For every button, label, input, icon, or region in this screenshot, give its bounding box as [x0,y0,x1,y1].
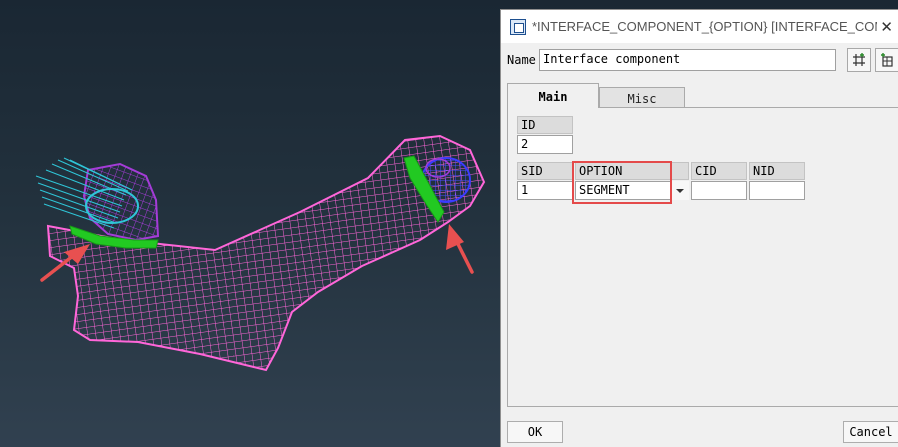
sid-label: SID [517,162,573,180]
window-title: *INTERFACE_COMPONENT_{OPTION} [INTERFACE… [532,19,877,34]
id-label: ID [517,116,573,134]
title-bar[interactable]: *INTERFACE_COMPONENT_{OPTION} [INTERFACE… [501,10,898,43]
element-pick-icon [881,53,893,67]
pick-element-button[interactable] [875,48,898,72]
node-plus-icon [853,53,865,66]
mesh-left-cap [82,162,160,242]
name-label: Name [507,53,536,67]
sid-field[interactable]: 1 [517,181,573,200]
ok-button[interactable]: OK [507,421,563,443]
tab-misc[interactable]: Misc [599,87,685,108]
cancel-button[interactable]: Cancel [843,421,898,443]
cid-label: CID [691,162,747,180]
option-highlight-annotation [572,161,672,204]
mesh-model-canvas[interactable] [0,0,500,447]
name-row: Name Interface component [507,49,836,71]
close-icon[interactable]: ✕ [880,18,893,36]
option-dropdown-button[interactable] [671,181,689,200]
id-field[interactable]: 2 [517,135,573,154]
arrow-annotation-right [446,224,474,274]
chevron-down-icon [676,188,684,193]
name-field[interactable]: Interface component [539,49,836,71]
add-node-button[interactable] [847,48,871,72]
nid-label: NID [749,162,805,180]
tab-main[interactable]: Main [507,83,599,108]
app-icon [510,18,526,35]
cid-field[interactable] [691,181,747,200]
nid-field[interactable] [749,181,805,200]
model-viewport[interactable] [0,0,500,447]
tab-bar: Main Misc [507,83,685,108]
